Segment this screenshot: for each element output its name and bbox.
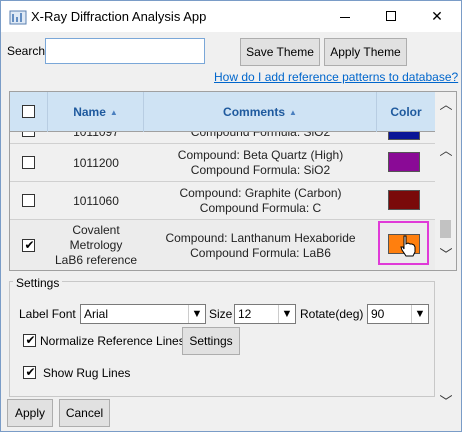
rug-lines-label[interactable]: Show Rug Lines <box>43 366 130 380</box>
size-select[interactable]: 12 ▼ <box>234 304 296 324</box>
label-font-select[interactable]: Arial ▼ <box>80 304 206 324</box>
row-comment-line: Compound Formula: SiO2 <box>190 132 331 139</box>
search-input[interactable] <box>45 38 205 64</box>
settings-group-label: Settings <box>13 276 63 290</box>
minimize-icon <box>340 17 350 18</box>
close-button[interactable]: ✕ <box>414 1 460 32</box>
color-swatch[interactable] <box>388 190 420 210</box>
grid-rows: 1011097 Compound Formula: SiO2 1011200 C… <box>10 132 435 270</box>
row-comment-line: Compound: Beta Quartz (High) <box>177 148 344 162</box>
table-row[interactable]: ✔ Covalent Metrology LaB6 reference Comp… <box>10 220 435 270</box>
row-comment-line: Compound Formula: C <box>199 201 322 215</box>
header-select-all[interactable] <box>10 92 48 132</box>
row-comment-line: Compound Formula: LaB6 <box>190 246 331 260</box>
apply-button[interactable]: Apply <box>7 399 53 427</box>
table-row[interactable]: 1011060 Compound: Graphite (Carbon) Comp… <box>10 182 435 220</box>
row-checkbox[interactable] <box>22 156 35 169</box>
checkmark-icon: ✔ <box>25 365 36 379</box>
maximize-icon <box>386 11 396 21</box>
size-value: 12 <box>238 307 252 321</box>
rotate-select[interactable]: 90 ▼ <box>367 304 429 324</box>
header-comments-label: Comments <box>223 105 286 119</box>
row-name-line: Metrology <box>69 238 123 252</box>
window-scrollbar[interactable]: ﹀ <box>435 91 457 411</box>
chevron-down-icon[interactable]: ▼ <box>188 305 205 323</box>
header-color-label: Color <box>390 105 422 119</box>
maximize-button[interactable] <box>368 1 414 32</box>
header-name-label: Name <box>73 105 106 119</box>
scroll-down-icon[interactable]: ﹀ <box>435 391 457 410</box>
close-icon: ✕ <box>431 8 443 24</box>
row-checkbox[interactable]: ✔ <box>22 238 35 252</box>
rug-lines-checkbox[interactable]: ✔ <box>23 365 36 379</box>
label-font-value: Arial <box>84 307 109 321</box>
search-label: Search <box>7 44 46 58</box>
app-window: X-Ray Diffraction Analysis App ✕ Search … <box>0 0 462 432</box>
minimize-button[interactable] <box>322 1 368 32</box>
label-font-label: Label Font <box>19 307 76 321</box>
row-name: 1011200 <box>73 156 119 170</box>
window-title: X-Ray Diffraction Analysis App <box>31 9 207 24</box>
row-name: 1011097 <box>73 132 119 139</box>
chevron-down-icon[interactable]: ▼ <box>411 305 428 323</box>
row-comment-line: Compound: Lanthanum Hexaboride <box>165 231 356 245</box>
title-bar[interactable]: X-Ray Diffraction Analysis App ✕ <box>1 1 461 32</box>
checkmark-icon: ✔ <box>25 333 36 347</box>
app-icon <box>9 10 27 25</box>
header-comments[interactable]: Comments ▲ <box>144 92 377 132</box>
size-label: Size <box>209 307 233 321</box>
table-row[interactable]: 1011097 Compound Formula: SiO2 <box>10 132 435 144</box>
row-comment-line: Compound: Graphite (Carbon) <box>179 186 342 200</box>
normalize-checkbox[interactable]: ✔ <box>23 333 36 347</box>
help-link[interactable]: How do I add reference patterns to datab… <box>214 70 458 84</box>
sort-ascending-icon: ▲ <box>289 107 297 117</box>
row-checkbox[interactable] <box>22 132 35 137</box>
cancel-button[interactable]: Cancel <box>59 399 110 427</box>
table-row[interactable]: 1011200 Compound: Beta Quartz (High) Com… <box>10 144 435 182</box>
header-name[interactable]: Name ▲ <box>48 92 144 132</box>
apply-theme-button[interactable]: Apply Theme <box>324 38 407 66</box>
hand-cursor-icon <box>400 235 416 257</box>
settings-button[interactable]: Settings <box>182 327 240 355</box>
color-swatch[interactable] <box>388 132 420 140</box>
grid-header: Name ▲ Comments ▲ Color <box>10 92 435 132</box>
save-theme-button[interactable]: Save Theme <box>240 38 320 66</box>
row-checkbox[interactable] <box>22 194 35 207</box>
header-color[interactable]: Color <box>377 92 435 132</box>
normalize-label[interactable]: Normalize Reference Lines <box>40 334 185 348</box>
checkmark-icon: ✔ <box>24 238 35 252</box>
rotate-label: Rotate(deg) <box>300 307 364 321</box>
row-name-line: LaB6 reference <box>54 253 138 267</box>
rotate-value: 90 <box>371 307 385 321</box>
chevron-down-icon[interactable]: ▼ <box>278 305 295 323</box>
row-name-line: Covalent <box>72 223 120 237</box>
sort-ascending-icon: ▲ <box>109 107 118 117</box>
select-all-checkbox[interactable] <box>22 105 35 118</box>
color-swatch[interactable] <box>388 152 420 172</box>
row-name: 1011060 <box>73 194 119 208</box>
row-comment-line: Compound Formula: SiO2 <box>190 163 331 177</box>
